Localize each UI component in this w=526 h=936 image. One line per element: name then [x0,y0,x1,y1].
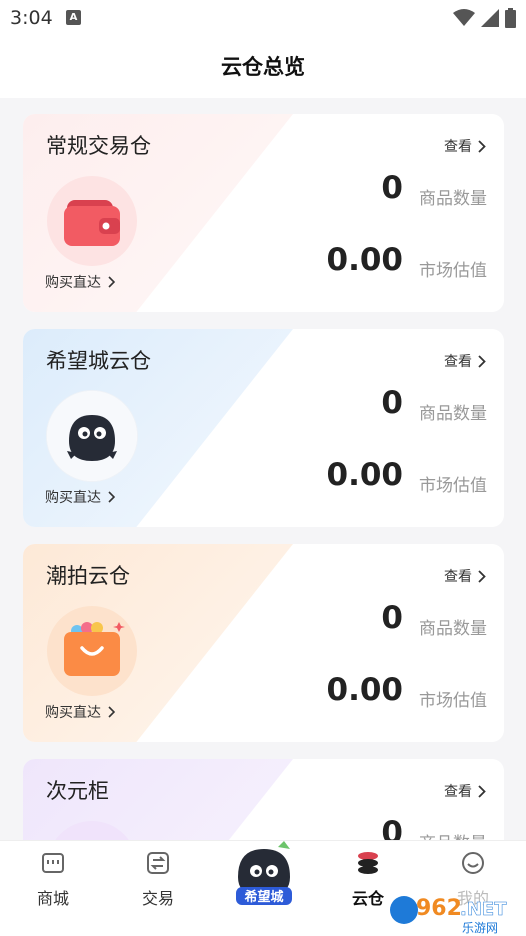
view-label: 查看 [444,784,472,800]
battery-icon [505,8,516,28]
exchange-icon [147,852,169,874]
market-value-label: 市场估值 [419,261,487,281]
view-button[interactable]: 查看 [444,566,486,586]
site-watermark: 962 .NET 乐游网 [386,884,526,936]
card-title: 次元柜 [46,779,109,803]
card-title: 潮拍云仓 [46,564,130,588]
view-button[interactable]: 查看 [444,781,486,801]
view-button[interactable]: 查看 [444,136,486,156]
database-stack-icon [358,852,378,874]
chevron-right-icon [478,569,486,583]
wifi-icon [453,9,475,26]
buy-label: 购买直达 [45,705,101,721]
warehouse-card-xiwangcheng[interactable]: 希望城云仓 查看 购买直达 0 商品数量 0.00 市场估值 [23,329,504,527]
market-value: 0.00 [326,457,404,493]
chevron-right-icon [478,784,486,798]
nav-label: 交易 [141,889,174,908]
buy-direct-link[interactable]: 购买直达 [45,487,115,507]
status-bar: 3:04 A [0,0,526,36]
chevron-right-icon [108,706,115,718]
status-time: 3:04 [10,7,53,29]
chevron-right-icon [478,139,486,153]
warehouse-card-chaopai[interactable]: 潮拍云仓 查看 购买直达 0 商品数量 0.00 市场估值 [23,544,504,742]
view-label: 查看 [444,139,472,155]
page-title: 云仓总览 [221,55,305,79]
buy-label: 购买直达 [45,490,101,506]
buy-direct-link[interactable]: 购买直达 [45,702,115,722]
view-button[interactable]: 查看 [444,351,486,371]
buy-direct-link[interactable]: 购买直达 [45,272,115,292]
watermark-suffix: .NET [460,899,507,920]
item-count-label: 商品数量 [419,189,487,209]
chevron-right-icon [108,276,115,288]
nav-item-store[interactable]: 商城 [13,841,93,936]
market-value-label: 市场估值 [419,691,487,711]
chevron-right-icon [108,491,115,503]
mascot-icon [47,391,137,481]
shopping-bag-icon [47,606,137,696]
smile-icon [462,852,484,874]
item-count: 0 [381,385,403,421]
item-count: 0 [381,600,403,636]
nav-label: 商城 [36,889,69,908]
card-title: 希望城云仓 [46,349,151,373]
wallet-icon [47,176,137,266]
market-value-label: 市场估值 [419,476,487,496]
watermark-number: 962 [416,896,462,921]
market-value: 0.00 [326,242,404,278]
warehouse-card-regular[interactable]: 常规交易仓 查看 购买直达 0 商品数量 0.00 市场估值 [23,114,504,312]
app-header: 云仓总览 [0,36,526,98]
buy-label: 购买直达 [45,275,101,291]
logo-text: 希望城 [244,889,283,905]
card-title: 常规交易仓 [46,134,151,158]
store-icon [42,853,64,873]
notification-icon: A [66,10,81,25]
signal-icon [481,9,499,27]
item-count-label: 商品数量 [419,619,487,639]
item-count: 0 [381,170,403,206]
item-count-label: 商品数量 [419,404,487,424]
chevron-right-icon [478,354,486,368]
nav-item-trade[interactable]: 交易 [118,841,198,936]
view-label: 查看 [444,354,472,370]
status-icons [453,7,516,29]
mascot-logo-icon[interactable]: 希望城 [228,839,300,909]
watermark-sub: 乐游网 [462,921,498,935]
view-label: 查看 [444,569,472,585]
market-value: 0.00 [326,672,404,708]
